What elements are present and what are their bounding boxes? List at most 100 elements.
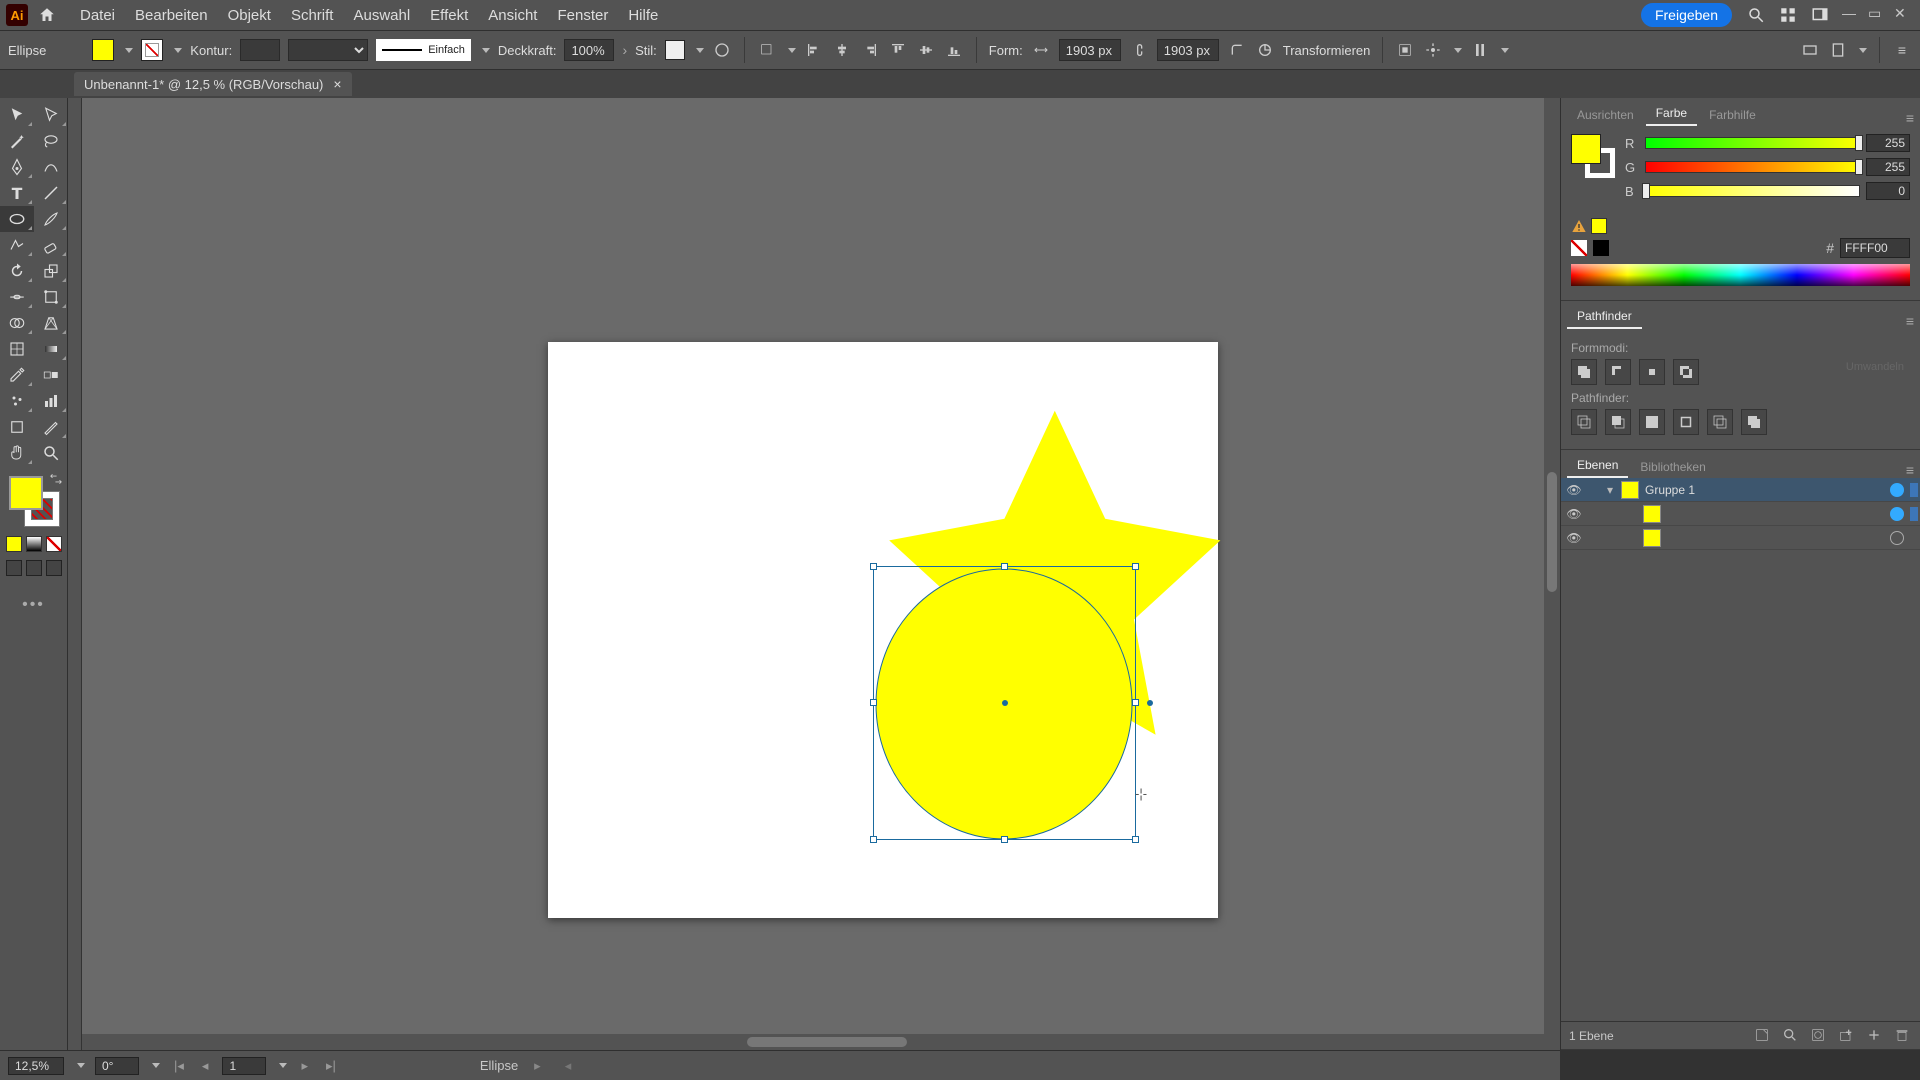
paintbrush-tool[interactable] (34, 206, 68, 232)
close-button[interactable]: ✕ (1894, 5, 1914, 25)
align-vcenter-icon[interactable] (916, 40, 936, 60)
trim-button[interactable] (1605, 409, 1631, 435)
opacity-more[interactable]: › (622, 42, 627, 58)
layer-row[interactable]: 👁 (1561, 526, 1920, 550)
target-icon[interactable] (1890, 507, 1904, 521)
selection-tool[interactable] (0, 102, 34, 128)
artboard-tool[interactable] (0, 414, 34, 440)
hand-tool[interactable] (0, 440, 34, 466)
stroke-style-dropdown[interactable] (482, 48, 490, 53)
minus-back-button[interactable] (1741, 409, 1767, 435)
zoom-dropdown[interactable] (77, 1063, 85, 1068)
slice-tool[interactable] (34, 414, 68, 440)
link-wh-icon[interactable] (1129, 40, 1149, 60)
cp-fill-swatch[interactable] (1571, 134, 1601, 164)
b-slider[interactable] (1645, 185, 1860, 197)
divide-button[interactable] (1571, 409, 1597, 435)
align-left-icon[interactable] (804, 40, 824, 60)
minus-front-button[interactable] (1605, 359, 1631, 385)
handle-bl[interactable] (870, 836, 877, 843)
style-swatch[interactable] (665, 40, 685, 60)
isolate-icon[interactable] (1395, 40, 1415, 60)
align-dropdown[interactable] (757, 40, 777, 60)
pathfinder-menu-icon[interactable]: ≡ (1906, 313, 1914, 329)
gradient-mode-icon[interactable] (26, 536, 42, 552)
layer-row[interactable]: 👁 (1561, 502, 1920, 526)
stroke-swatch[interactable] (141, 39, 163, 61)
align-dd[interactable] (788, 48, 796, 53)
collapsed-left-panel[interactable] (68, 98, 82, 1050)
color-mode-icon[interactable] (6, 536, 22, 552)
menu-effekt[interactable]: Effekt (420, 7, 478, 24)
out-of-gamut-icon[interactable] (1571, 218, 1587, 234)
handle-ml[interactable] (870, 699, 877, 706)
handle-tl[interactable] (870, 563, 877, 570)
b-value-input[interactable] (1866, 182, 1910, 200)
swap-fill-stroke-icon[interactable] (49, 472, 63, 486)
stroke-weight-input[interactable] (240, 39, 280, 61)
gamut-swatch[interactable] (1591, 218, 1607, 234)
new-sublayer-icon[interactable] (1838, 1027, 1856, 1045)
width-tool[interactable] (0, 284, 34, 310)
handle-br[interactable] (1132, 836, 1139, 843)
delete-layer-icon[interactable] (1894, 1027, 1912, 1045)
none-mode-icon[interactable] (46, 536, 62, 552)
recolor-icon[interactable] (712, 40, 732, 60)
scale-tool[interactable] (34, 258, 68, 284)
shape-builder-tool[interactable] (0, 310, 34, 336)
menu-bearbeiten[interactable]: Bearbeiten (125, 7, 218, 24)
artboard-number-input[interactable] (222, 1057, 266, 1075)
corner-icon[interactable] (1227, 40, 1247, 60)
arrange-icon[interactable] (1776, 3, 1800, 27)
locate-object-icon[interactable] (1754, 1027, 1772, 1045)
menu-schrift[interactable]: Schrift (281, 7, 344, 24)
target-icon[interactable] (1890, 531, 1904, 545)
pie-handle[interactable] (1147, 700, 1153, 706)
draw-behind-icon[interactable] (46, 560, 62, 576)
handle-mr[interactable] (1132, 699, 1139, 706)
transform-label[interactable]: Transformieren (1283, 43, 1371, 58)
edit-toolbar-icon[interactable]: ••• (0, 596, 67, 614)
perspective-tool[interactable] (34, 310, 68, 336)
artboard-dropdown[interactable] (279, 1063, 287, 1068)
visibility-toggle[interactable]: 👁 (1561, 531, 1587, 545)
snap-dd[interactable] (1454, 48, 1462, 53)
g-value-input[interactable] (1866, 158, 1910, 176)
align-bottom-icon[interactable] (944, 40, 964, 60)
shape-width-input[interactable] (1059, 39, 1121, 61)
menu-datei[interactable]: Datei (70, 7, 125, 24)
selection-bounding-box[interactable] (873, 566, 1136, 840)
rotate-tool[interactable] (0, 258, 34, 284)
exclude-button[interactable] (1673, 359, 1699, 385)
close-tab-icon[interactable]: × (333, 76, 341, 92)
line-tool[interactable] (34, 180, 68, 206)
tab-ebenen[interactable]: Ebenen (1567, 454, 1628, 478)
none-swatch[interactable] (1571, 240, 1587, 256)
pref-icon[interactable] (1470, 40, 1490, 60)
tab-farbhilfe[interactable]: Farbhilfe (1699, 104, 1766, 126)
screen-mode-icon[interactable] (6, 560, 22, 576)
black-swatch[interactable] (1593, 240, 1609, 256)
stroke-dropdown[interactable] (174, 48, 182, 53)
merge-button[interactable] (1639, 409, 1665, 435)
tab-pathfinder[interactable]: Pathfinder (1567, 305, 1642, 329)
layer-name[interactable]: Gruppe 1 (1645, 483, 1890, 497)
center-anchor[interactable] (1002, 700, 1008, 706)
mesh-tool[interactable] (0, 336, 34, 362)
symbol-sprayer-tool[interactable] (0, 388, 34, 414)
pref-dd[interactable] (1501, 48, 1509, 53)
style-dropdown[interactable] (696, 48, 704, 53)
visibility-toggle[interactable]: 👁 (1561, 507, 1587, 521)
shape-height-input[interactable] (1157, 39, 1219, 61)
gpu-icon[interactable] (1800, 40, 1820, 60)
scrollbar-horizontal[interactable] (82, 1034, 1560, 1050)
prev-artboard-icon[interactable]: ◂ (198, 1058, 213, 1074)
document-tab[interactable]: Unbenannt-1* @ 12,5 % (RGB/Vorschau) × (74, 72, 352, 96)
free-transform-tool[interactable] (34, 284, 68, 310)
align-right-icon[interactable] (860, 40, 880, 60)
panel-menu-icon[interactable]: ≡ (1892, 40, 1912, 60)
next-artboard-icon[interactable]: ▸ (297, 1058, 312, 1074)
pen-tool[interactable] (0, 154, 34, 180)
handle-bm[interactable] (1001, 836, 1008, 843)
tab-bibliotheken[interactable]: Bibliotheken (1630, 456, 1715, 478)
